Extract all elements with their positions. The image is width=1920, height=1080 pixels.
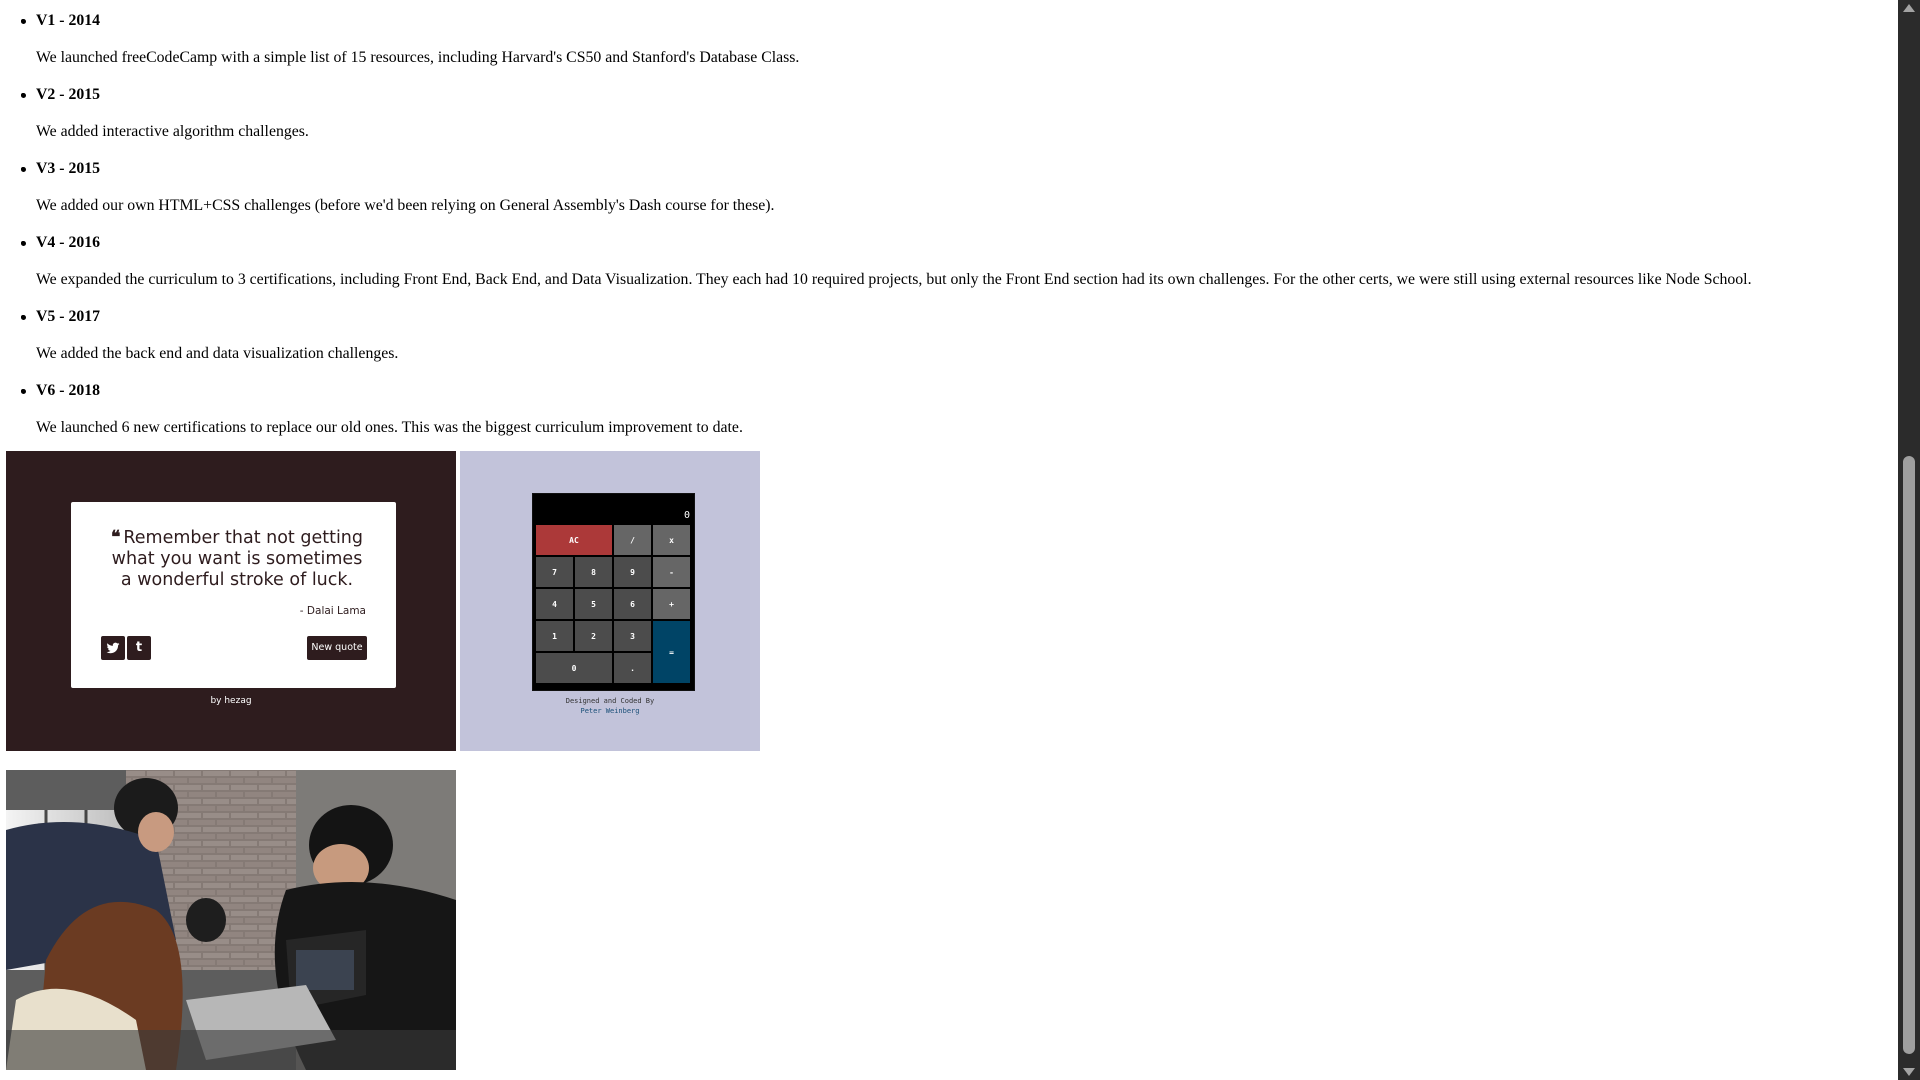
quote-card: ❝ Remember that not getting what you want…: [71, 502, 396, 688]
calc-key-clear: AC: [535, 524, 613, 556]
tumblr-icon: t: [127, 636, 151, 660]
quote-machine-project-image[interactable]: ❝ Remember that not getting what you want…: [6, 451, 456, 751]
calc-key-0: 0: [535, 652, 613, 684]
timeline-item-v6: V6 - 2018 We launched 6 new certificatio…: [21, 381, 1876, 436]
credit-line: Designed and Coded By: [565, 697, 655, 705]
timeline-description: We expanded the curriculum to 3 certific…: [36, 271, 1752, 288]
scroll-up-arrow-icon[interactable]: [1903, 4, 1915, 12]
people-coding-photo[interactable]: [6, 770, 456, 1070]
calc-key-8: 8: [574, 556, 613, 588]
timeline-description: We launched freeCodeCamp with a simple l…: [36, 49, 800, 66]
bullet: [21, 241, 26, 246]
timeline-title: V4 - 2016: [36, 234, 101, 251]
timeline-item-v5: V5 - 2017 We added the back end and data…: [21, 307, 1876, 362]
calc-key-divide: /: [613, 524, 652, 556]
quote-body: Remember that not getting what you want …: [111, 528, 364, 590]
calculator-credit: Designed and Coded By Peter Weinberg: [460, 696, 760, 716]
new-quote-button: New quote: [307, 636, 367, 660]
timeline-item-v2: V2 - 2015 We added interactive algorithm…: [21, 85, 1876, 140]
calc-key-4: 4: [535, 588, 574, 620]
calc-key-plus: +: [652, 588, 691, 620]
quote-author: - Dalai Lama: [299, 605, 366, 617]
bullet: [21, 93, 26, 98]
quote-byline: by hezag: [210, 696, 252, 706]
twitter-icon: [101, 636, 125, 660]
calc-key-9: 9: [613, 556, 652, 588]
timeline-title: V6 - 2018: [36, 382, 101, 399]
calc-key-6: 6: [613, 588, 652, 620]
calc-key-equals: =: [652, 620, 691, 684]
display-value: 0: [683, 510, 690, 521]
calc-key-7: 7: [535, 556, 574, 588]
scroll-down-arrow-icon[interactable]: [1903, 1068, 1915, 1076]
calculator-display: 0: [533, 494, 694, 522]
bullet: [21, 19, 26, 24]
calc-key-multiply: x: [652, 524, 691, 556]
bullet: [21, 389, 26, 394]
calc-key-3: 3: [613, 620, 652, 652]
calc-key-5: 5: [574, 588, 613, 620]
photo-illustration: [6, 770, 456, 1070]
quote-text: ❝ Remember that not getting what you want…: [107, 528, 367, 591]
calc-key-decimal: .: [613, 652, 652, 684]
timeline-description: We added interactive algorithm challenge…: [36, 123, 309, 140]
scrollbar-thumb[interactable]: [1903, 456, 1915, 1054]
timeline-title: V3 - 2015: [36, 160, 101, 177]
timeline-item-v1: V1 - 2014 We launched freeCodeCamp with …: [21, 11, 1876, 66]
timeline-description: We added the back end and data visualiza…: [36, 345, 399, 362]
timeline-item-v3: V3 - 2015 We added our own HTML+CSS chal…: [21, 159, 1876, 214]
calculator-project-image[interactable]: 0 AC / x 7 8 9 - 4 5 6 + 1 2 3 = 0 . Des…: [460, 451, 760, 751]
credit-author: Peter Weinberg: [580, 707, 640, 715]
timeline-title: V2 - 2015: [36, 86, 101, 103]
calc-key-minus: -: [652, 556, 691, 588]
bullet: [21, 315, 26, 320]
page-content: V1 - 2014 We launched freeCodeCamp with …: [0, 0, 1898, 1080]
timeline-item-v4: V4 - 2016 We expanded the curriculum to …: [21, 233, 1876, 288]
calc-key-1: 1: [535, 620, 574, 652]
timeline-description: We added our own HTML+CSS challenges (be…: [36, 197, 775, 214]
timeline-title: V5 - 2017: [36, 308, 101, 325]
vertical-scrollbar[interactable]: [1898, 0, 1920, 1080]
calculator-body: 0 AC / x 7 8 9 - 4 5 6 + 1 2 3 = 0 .: [532, 493, 695, 691]
bullet: [21, 167, 26, 172]
timeline-title: V1 - 2014: [36, 12, 101, 29]
timeline-description: We launched 6 new certifications to repl…: [36, 419, 743, 436]
quote-icon: ❝: [110, 528, 121, 548]
calc-key-2: 2: [574, 620, 613, 652]
